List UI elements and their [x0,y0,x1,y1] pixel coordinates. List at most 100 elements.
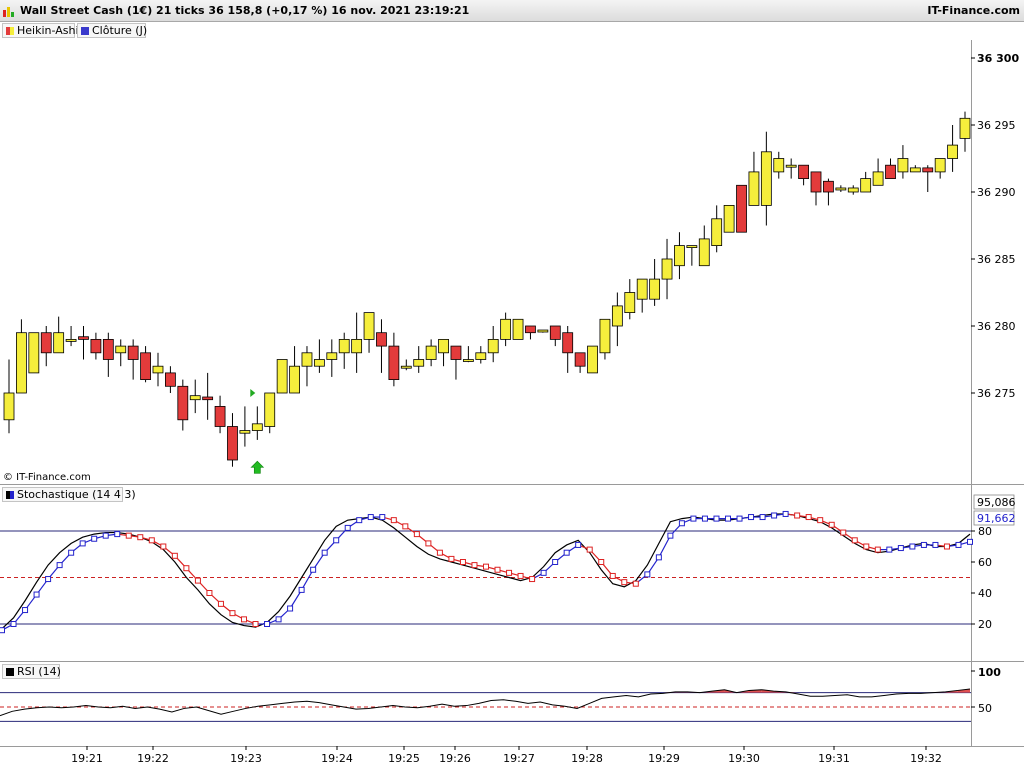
stoch-d-point [310,566,317,573]
stoch-tick-label: 60 [978,556,992,569]
candle-body [574,352,586,367]
stoch-d-point [690,515,697,522]
stoch-d-point [817,517,824,524]
candle-body [810,171,822,193]
time-tick-label: 19:25 [388,752,420,765]
stoch-d-point [575,541,582,548]
candle-body [885,164,896,179]
stoch-d-point [748,514,755,521]
stoch-d-point [390,517,397,524]
candle-body [227,426,238,461]
time-tick-label: 19:31 [818,752,850,765]
stoch-d-point [759,514,766,521]
stoch-d-point [713,515,720,522]
stoch-d-point [10,621,17,627]
candle-body [636,278,648,300]
stoch-d-point [840,529,847,536]
buy-signal-triangle [250,389,256,397]
stoch-d-point [471,562,478,569]
price-tick-label: 36 295 [977,119,1016,132]
stoch-d-point [217,600,224,607]
stoch-d-point [171,552,178,559]
candle-body [53,332,65,354]
stoch-tick-label: 20 [978,618,992,631]
stoch-d-point [955,541,962,548]
candle-body [177,385,189,421]
candle-body [723,204,735,233]
stoch-d-point [886,546,893,553]
stoch-d-point [448,555,455,562]
stoch-d-point [241,616,247,623]
candle-body [947,144,958,159]
stoch-d-point [794,512,801,519]
candle-body [736,184,747,233]
candle-body [462,359,474,362]
candle-body [959,117,971,139]
candle-body [823,180,834,193]
stoch-d-point [275,616,282,623]
candle-body [425,345,437,360]
stoch-d-point [91,535,98,542]
stoch-d-point [160,543,167,550]
time-tick-label: 19:28 [571,752,603,765]
time-tick-label: 19:32 [910,752,942,765]
rsi-tick-label: 100 [978,666,1001,679]
stoch-d-point [967,538,973,545]
candle-body [40,332,52,354]
candle-body [214,405,226,427]
stoch-d-point [459,559,466,565]
stoch-d-point [321,549,328,556]
stoch-d-point [56,562,63,569]
candle-body [313,359,325,367]
candle-body [686,245,698,249]
candle-body [525,325,536,334]
candle-body [711,218,723,247]
stoch-d-point [805,514,812,521]
time-tick-label: 19:21 [71,752,103,765]
candle-body [748,171,760,206]
stoch-tick-label: 40 [978,587,992,600]
candle-body [500,318,512,340]
stoch-d-point [667,532,674,539]
price-tick-label: 36 285 [977,253,1016,266]
stoch-d-point [863,543,870,550]
candle-body [438,338,449,354]
stoch-d-point [678,520,685,527]
candle-body [326,352,338,360]
candle-body [376,332,387,347]
stoch-d-point [529,576,536,583]
candle-body [872,171,884,186]
candle-body [785,164,797,168]
candle-body [760,151,772,206]
stoch-d-point [483,563,489,570]
stoch-d-point [413,531,420,538]
stoch-d-point [402,523,409,530]
stoch-d-point [206,590,213,596]
candle-body [16,332,27,394]
time-tick-label: 19:29 [648,752,680,765]
stoch-d-point [333,537,340,544]
candle-body [537,329,549,333]
stoch-d-point [102,532,109,539]
rsi-tick-label: 50 [978,702,992,715]
time-tick-label: 19:24 [321,752,353,765]
candle-body [549,325,561,340]
candle-body [661,258,673,280]
candle-body [28,332,40,374]
stoch-d-point [701,515,708,522]
chart-canvas[interactable]: 36 300 36 295 36 290 36 285 36 280 36 275 20 4… [0,0,1024,768]
stoch-d-point [644,571,651,578]
candle-body [202,396,214,401]
stoch-d-point [771,512,778,519]
candle-body [909,167,921,173]
price-tick-label: 36 290 [977,186,1016,199]
candle-body [674,245,685,267]
candle-body [487,338,499,354]
stoch-last-value: 95,086 [977,496,1016,509]
candle-body [140,352,151,380]
candle-body [922,167,934,173]
candle-body [562,332,574,354]
candle-body [847,187,859,193]
time-tick-label: 19:30 [728,752,760,765]
candle-body [611,305,623,327]
